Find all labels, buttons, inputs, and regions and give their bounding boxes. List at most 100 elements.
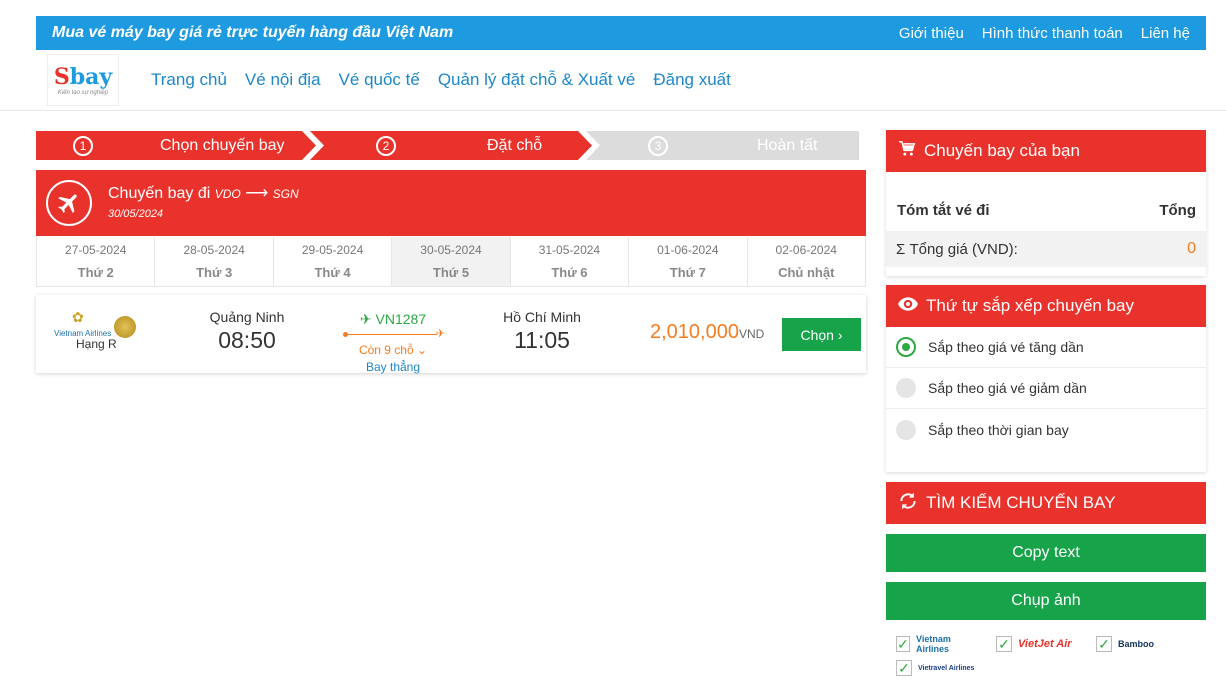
site-slogan: Mua vé máy bay giá rẻ trực tuyến hàng đầ… xyxy=(52,24,454,41)
site-logo[interactable]: Sbay Kiến tạo sự nghiệp xyxy=(47,54,119,106)
chevron-right-icon: › xyxy=(837,326,843,343)
nav-item-logout[interactable]: Đăng xuất xyxy=(653,70,731,90)
departure: Quảng Ninh 08:50 xyxy=(196,309,298,354)
checkbox-checked[interactable]: ✓ xyxy=(1096,636,1112,652)
capture-image-button[interactable]: Chụp ảnh xyxy=(886,582,1206,620)
nav-item-international[interactable]: Vé quốc tế xyxy=(339,70,420,90)
airline-logo: Vietravel Airlines xyxy=(918,664,975,672)
logo-word: bay xyxy=(69,64,113,90)
copy-text-button[interactable]: Copy text xyxy=(886,534,1206,572)
panel-title: Thứ tự sắp xếp chuyến bay xyxy=(926,296,1134,315)
date-tab[interactable]: 02-06-2024 Chủ nhật xyxy=(748,237,866,286)
date-weekday: Thứ 7 xyxy=(669,265,706,280)
step-complete: 3 Hoàn tất xyxy=(586,131,859,160)
radio-unselected[interactable] xyxy=(896,378,916,398)
nav-menu: Trang chủ Vé nội địa Vé quốc tế Quản lý … xyxy=(151,70,731,90)
arrival-city: Hồ Chí Minh xyxy=(503,309,581,325)
refresh-icon xyxy=(898,491,918,516)
flight-code-text: VN1287 xyxy=(375,311,427,327)
date-tab[interactable]: 29-05-2024 Thứ 4 xyxy=(274,237,393,286)
airline-filter-vietnam-airlines[interactable]: ✓ Vietnam Airlines xyxy=(896,634,976,654)
outbound-flight-header: Chuyến bay đi VDO ⟶ SGN 30/05/2024 xyxy=(36,170,866,236)
seats-text: Còn 9 chỗ xyxy=(358,343,414,357)
step-number: 3 xyxy=(648,135,668,156)
price-value: 2,010,000 xyxy=(650,321,739,343)
airline-filter-vietravel[interactable]: ✓ Vietravel Airlines xyxy=(896,660,976,676)
origin-dot xyxy=(343,332,348,337)
link-payment[interactable]: Hình thức thanh toán xyxy=(982,25,1123,42)
sort-panel: Thứ tự sắp xếp chuyến bay Sắp theo giá v… xyxy=(886,285,1206,472)
checkbox-checked[interactable]: ✓ xyxy=(996,636,1012,652)
date-tab[interactable]: 28-05-2024 Thứ 3 xyxy=(155,237,274,286)
airline-logo: Vietnam Airlines xyxy=(916,634,951,654)
departure-time: 08:50 xyxy=(218,327,276,353)
date-tab[interactable]: 31-05-2024 Thứ 6 xyxy=(511,237,630,286)
sort-option-time[interactable]: Sắp theo thời gian bay xyxy=(886,409,1206,450)
panel-header: Chuyến bay của bạn xyxy=(886,130,1206,172)
chevron-down-icon: ⌄ xyxy=(416,343,428,357)
choose-flight-button[interactable]: Chọn › xyxy=(782,318,861,351)
total-value: 0 xyxy=(1187,240,1196,257)
route-line: ✈ xyxy=(343,328,445,340)
top-bar: Mua vé máy bay giá rẻ trực tuyến hàng đầ… xyxy=(36,16,1206,50)
link-about[interactable]: Giới thiệu xyxy=(899,25,964,42)
fare-class: Hạng R xyxy=(76,337,117,351)
airline-logo: VietJet Air xyxy=(1018,638,1072,650)
lotus-icon: ✿ xyxy=(72,309,84,325)
radio-selected[interactable] xyxy=(896,337,916,357)
from-code: VDO xyxy=(214,187,241,201)
step-label: Chọn chuyến bay xyxy=(160,136,285,154)
seats-available[interactable]: Còn 9 chỗ ⌄ xyxy=(343,343,443,357)
total-row: Σ Tổng giá (VND): 0 xyxy=(886,231,1206,267)
link-contact[interactable]: Liên hệ xyxy=(1141,25,1190,42)
date-value: 28-05-2024 xyxy=(183,243,245,257)
arrival: Hồ Chí Minh 11:05 xyxy=(491,309,593,354)
sort-option-price-desc[interactable]: Sắp theo giá vé giảm dần xyxy=(886,368,1206,409)
date-tab-selected[interactable]: 30-05-2024 Thứ 5 xyxy=(392,237,511,286)
date-tab[interactable]: 01-06-2024 Thứ 7 xyxy=(629,237,748,286)
date-weekday: Thứ 2 xyxy=(77,265,114,280)
nav-item-manage-booking[interactable]: Quản lý đặt chỗ & Xuất vé xyxy=(438,70,636,90)
cart-icon xyxy=(898,140,916,162)
choose-label: Chọn xyxy=(800,326,834,343)
option-label: Sắp theo giá vé giảm dần xyxy=(928,380,1087,396)
date-value: 29-05-2024 xyxy=(301,243,364,257)
radio-unselected[interactable] xyxy=(896,419,916,440)
step-label: Đặt chỗ xyxy=(487,136,543,154)
date-tab[interactable]: 27-05-2024 Thứ 2 xyxy=(36,237,156,286)
nav-item-domestic[interactable]: Vé nội địa xyxy=(245,70,321,90)
total-label: Σ Tổng giá (VND): xyxy=(896,240,1018,258)
plane-icon: ✈ xyxy=(435,328,445,340)
airline-info: ✿ Vietnam Airlines Hạng R xyxy=(54,309,164,351)
nav-item-home[interactable]: Trang chủ xyxy=(151,70,227,90)
award-seal-icon xyxy=(114,316,136,338)
plane-icon: ✈ xyxy=(359,311,372,327)
date-weekday: Thứ 6 xyxy=(551,265,588,280)
to-code: SGN xyxy=(272,187,299,201)
panel-header: TÌM KIẾM CHUYẾN BAY xyxy=(886,482,1206,524)
arrival-time: 11:05 xyxy=(514,327,570,353)
airline-filter-vietjet[interactable]: ✓ VietJet Air xyxy=(996,634,1076,654)
step-booking: 2 Đặt chỗ xyxy=(310,131,592,160)
step-number: 1 xyxy=(73,136,93,156)
header-divider xyxy=(0,110,1226,111)
logo-mark: Sbay xyxy=(54,64,112,90)
flight-title: Chuyến bay đi VDO ⟶ SGN xyxy=(108,183,299,203)
airline-filters: ✓ Vietnam Airlines ✓ VietJet Air ✓ Bamboo ✓… xyxy=(886,620,1206,676)
your-flight-panel: Chuyến bay của bạn Tóm tắt vé đi Tổng Σ … xyxy=(886,130,1206,276)
flight-type: Bay thẳng xyxy=(365,360,421,374)
flight-route-info: ✈ VN1287 ✈ Còn 9 chỗ ⌄ Bay thẳng xyxy=(343,311,445,374)
panel-title: TÌM KIẾM CHUYẾN BAY xyxy=(926,493,1116,512)
date-weekday: Thứ 3 xyxy=(196,265,233,280)
departure-city: Quảng Ninh xyxy=(209,309,285,325)
summary-header-row: Tóm tắt vé đi Tổng xyxy=(886,172,1206,219)
checkbox-checked[interactable]: ✓ xyxy=(896,660,912,676)
ticket-price: 2,010,000VND xyxy=(650,321,764,344)
checkbox-checked[interactable]: ✓ xyxy=(896,636,910,652)
sort-option-price-asc[interactable]: Sắp theo giá vé tăng dần xyxy=(886,327,1206,368)
summary-col-left: Tóm tắt vé đi xyxy=(897,202,990,219)
step-label: Hoàn tất xyxy=(757,136,818,154)
search-panel: TÌM KIẾM CHUYẾN BAY Copy text Chụp ảnh ✓… xyxy=(886,482,1206,696)
airline-filter-bamboo[interactable]: ✓ Bamboo xyxy=(1096,634,1176,654)
airplane-icon xyxy=(46,180,92,226)
